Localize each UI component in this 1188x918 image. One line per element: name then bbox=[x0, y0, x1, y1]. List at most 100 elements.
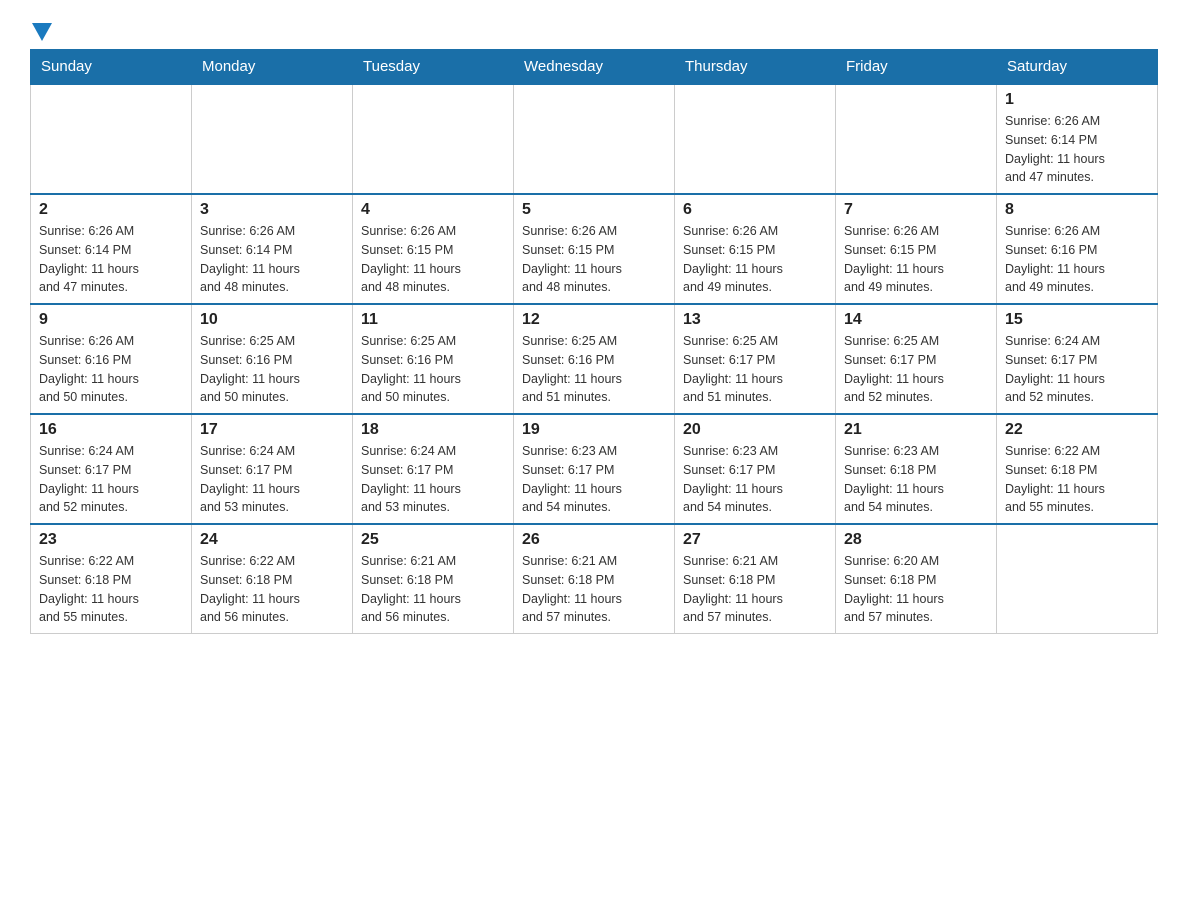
calendar-cell: 2 Sunrise: 6:26 AMSunset: 6:14 PMDaylight… bbox=[31, 194, 192, 304]
calendar-cell: 16 Sunrise: 6:24 AMSunset: 6:17 PMDayligh… bbox=[31, 414, 192, 524]
day-info: Sunrise: 6:21 AMSunset: 6:18 PMDaylight:… bbox=[683, 552, 827, 627]
day-info: Sunrise: 6:26 AMSunset: 6:14 PMDaylight:… bbox=[39, 222, 183, 297]
day-number: 10 bbox=[200, 311, 344, 329]
calendar-cell: 13 Sunrise: 6:25 AMSunset: 6:17 PMDayligh… bbox=[675, 304, 836, 414]
calendar-cell: 6 Sunrise: 6:26 AMSunset: 6:15 PMDaylight… bbox=[675, 194, 836, 304]
calendar-cell: 10 Sunrise: 6:25 AMSunset: 6:16 PMDayligh… bbox=[192, 304, 353, 414]
logo-triangle-icon bbox=[32, 23, 52, 43]
week-row-1: 1 Sunrise: 6:26 AMSunset: 6:14 PMDaylight… bbox=[31, 84, 1158, 194]
day-info: Sunrise: 6:25 AMSunset: 6:17 PMDaylight:… bbox=[683, 332, 827, 407]
calendar-cell bbox=[836, 84, 997, 194]
day-info: Sunrise: 6:26 AMSunset: 6:15 PMDaylight:… bbox=[522, 222, 666, 297]
day-number: 11 bbox=[361, 311, 505, 329]
calendar-cell: 24Sunrise: 6:22 AMSunset: 6:18 PMDayligh… bbox=[192, 524, 353, 634]
day-number: 19 bbox=[522, 421, 666, 439]
calendar-cell: 4 Sunrise: 6:26 AMSunset: 6:15 PMDaylight… bbox=[353, 194, 514, 304]
day-number: 5 bbox=[522, 201, 666, 219]
day-info: Sunrise: 6:25 AMSunset: 6:17 PMDaylight:… bbox=[844, 332, 988, 407]
day-number: 9 bbox=[39, 311, 183, 329]
day-header-tuesday: Tuesday bbox=[353, 50, 514, 85]
day-info: Sunrise: 6:25 AMSunset: 6:16 PMDaylight:… bbox=[200, 332, 344, 407]
calendar-cell: 25 Sunrise: 6:21 AMSunset: 6:18 PMDayligh… bbox=[353, 524, 514, 634]
day-number: 2 bbox=[39, 201, 183, 219]
calendar-cell bbox=[514, 84, 675, 194]
day-header-saturday: Saturday bbox=[997, 50, 1158, 85]
calendar-cell: 20Sunrise: 6:23 AMSunset: 6:17 PMDayligh… bbox=[675, 414, 836, 524]
calendar-cell: 19 Sunrise: 6:23 AMSunset: 6:17 PMDayligh… bbox=[514, 414, 675, 524]
calendar-cell: 5 Sunrise: 6:26 AMSunset: 6:15 PMDaylight… bbox=[514, 194, 675, 304]
day-info: Sunrise: 6:21 AMSunset: 6:18 PMDaylight:… bbox=[361, 552, 505, 627]
day-header-sunday: Sunday bbox=[31, 50, 192, 85]
day-header-wednesday: Wednesday bbox=[514, 50, 675, 85]
day-info: Sunrise: 6:24 AMSunset: 6:17 PMDaylight:… bbox=[200, 442, 344, 517]
calendar-cell: 23 Sunrise: 6:22 AMSunset: 6:18 PMDayligh… bbox=[31, 524, 192, 634]
day-number: 21 bbox=[844, 421, 988, 439]
calendar-cell: 15Sunrise: 6:24 AMSunset: 6:17 PMDayligh… bbox=[997, 304, 1158, 414]
calendar-cell: 22 Sunrise: 6:22 AMSunset: 6:18 PMDayligh… bbox=[997, 414, 1158, 524]
day-info: Sunrise: 6:20 AMSunset: 6:18 PMDaylight:… bbox=[844, 552, 988, 627]
day-info: Sunrise: 6:24 AMSunset: 6:17 PMDaylight:… bbox=[1005, 332, 1149, 407]
calendar-cell bbox=[675, 84, 836, 194]
day-number: 18 bbox=[361, 421, 505, 439]
day-info: Sunrise: 6:26 AMSunset: 6:14 PMDaylight:… bbox=[1005, 112, 1149, 187]
calendar-table: SundayMondayTuesdayWednesdayThursdayFrid… bbox=[30, 49, 1158, 634]
calendar-cell bbox=[353, 84, 514, 194]
day-info: Sunrise: 6:26 AMSunset: 6:15 PMDaylight:… bbox=[683, 222, 827, 297]
day-header-thursday: Thursday bbox=[675, 50, 836, 85]
day-number: 4 bbox=[361, 201, 505, 219]
logo bbox=[30, 25, 52, 39]
calendar-cell: 1 Sunrise: 6:26 AMSunset: 6:14 PMDaylight… bbox=[997, 84, 1158, 194]
day-number: 23 bbox=[39, 531, 183, 549]
day-info: Sunrise: 6:22 AMSunset: 6:18 PMDaylight:… bbox=[39, 552, 183, 627]
calendar-cell: 11 Sunrise: 6:25 AMSunset: 6:16 PMDayligh… bbox=[353, 304, 514, 414]
day-info: Sunrise: 6:22 AMSunset: 6:18 PMDaylight:… bbox=[1005, 442, 1149, 517]
day-number: 12 bbox=[522, 311, 666, 329]
day-info: Sunrise: 6:24 AMSunset: 6:17 PMDaylight:… bbox=[39, 442, 183, 517]
day-number: 26 bbox=[522, 531, 666, 549]
day-info: Sunrise: 6:26 AMSunset: 6:15 PMDaylight:… bbox=[361, 222, 505, 297]
day-info: Sunrise: 6:26 AMSunset: 6:16 PMDaylight:… bbox=[1005, 222, 1149, 297]
week-row-5: 23 Sunrise: 6:22 AMSunset: 6:18 PMDayligh… bbox=[31, 524, 1158, 634]
day-number: 3 bbox=[200, 201, 344, 219]
day-info: Sunrise: 6:23 AMSunset: 6:18 PMDaylight:… bbox=[844, 442, 988, 517]
calendar-cell: 14 Sunrise: 6:25 AMSunset: 6:17 PMDayligh… bbox=[836, 304, 997, 414]
week-row-2: 2 Sunrise: 6:26 AMSunset: 6:14 PMDaylight… bbox=[31, 194, 1158, 304]
day-header-monday: Monday bbox=[192, 50, 353, 85]
day-info: Sunrise: 6:24 AMSunset: 6:17 PMDaylight:… bbox=[361, 442, 505, 517]
day-info: Sunrise: 6:25 AMSunset: 6:16 PMDaylight:… bbox=[361, 332, 505, 407]
day-number: 1 bbox=[1005, 91, 1149, 109]
day-number: 20 bbox=[683, 421, 827, 439]
calendar-cell: 3 Sunrise: 6:26 AMSunset: 6:14 PMDaylight… bbox=[192, 194, 353, 304]
day-number: 6 bbox=[683, 201, 827, 219]
week-row-3: 9 Sunrise: 6:26 AMSunset: 6:16 PMDaylight… bbox=[31, 304, 1158, 414]
calendar-cell: 9 Sunrise: 6:26 AMSunset: 6:16 PMDaylight… bbox=[31, 304, 192, 414]
day-number: 14 bbox=[844, 311, 988, 329]
calendar-cell: 12 Sunrise: 6:25 AMSunset: 6:16 PMDayligh… bbox=[514, 304, 675, 414]
day-number: 28 bbox=[844, 531, 988, 549]
day-number: 13 bbox=[683, 311, 827, 329]
calendar-cell: 26 Sunrise: 6:21 AMSunset: 6:18 PMDayligh… bbox=[514, 524, 675, 634]
calendar-cell: 7Sunrise: 6:26 AMSunset: 6:15 PMDaylight… bbox=[836, 194, 997, 304]
day-number: 16 bbox=[39, 421, 183, 439]
day-info: Sunrise: 6:22 AMSunset: 6:18 PMDaylight:… bbox=[200, 552, 344, 627]
day-info: Sunrise: 6:26 AMSunset: 6:14 PMDaylight:… bbox=[200, 222, 344, 297]
calendar-header-row: SundayMondayTuesdayWednesdayThursdayFrid… bbox=[31, 50, 1158, 85]
day-info: Sunrise: 6:26 AMSunset: 6:16 PMDaylight:… bbox=[39, 332, 183, 407]
day-number: 25 bbox=[361, 531, 505, 549]
day-number: 27 bbox=[683, 531, 827, 549]
calendar-cell: 21 Sunrise: 6:23 AMSunset: 6:18 PMDayligh… bbox=[836, 414, 997, 524]
calendar-cell: 8Sunrise: 6:26 AMSunset: 6:16 PMDaylight… bbox=[997, 194, 1158, 304]
calendar-cell bbox=[997, 524, 1158, 634]
day-info: Sunrise: 6:25 AMSunset: 6:16 PMDaylight:… bbox=[522, 332, 666, 407]
day-info: Sunrise: 6:23 AMSunset: 6:17 PMDaylight:… bbox=[522, 442, 666, 517]
calendar-cell: 27 Sunrise: 6:21 AMSunset: 6:18 PMDayligh… bbox=[675, 524, 836, 634]
day-header-friday: Friday bbox=[836, 50, 997, 85]
week-row-4: 16 Sunrise: 6:24 AMSunset: 6:17 PMDayligh… bbox=[31, 414, 1158, 524]
calendar-cell bbox=[192, 84, 353, 194]
day-number: 17 bbox=[200, 421, 344, 439]
day-info: Sunrise: 6:21 AMSunset: 6:18 PMDaylight:… bbox=[522, 552, 666, 627]
calendar-cell bbox=[31, 84, 192, 194]
day-number: 7 bbox=[844, 201, 988, 219]
day-number: 22 bbox=[1005, 421, 1149, 439]
calendar-cell: 18 Sunrise: 6:24 AMSunset: 6:17 PMDayligh… bbox=[353, 414, 514, 524]
